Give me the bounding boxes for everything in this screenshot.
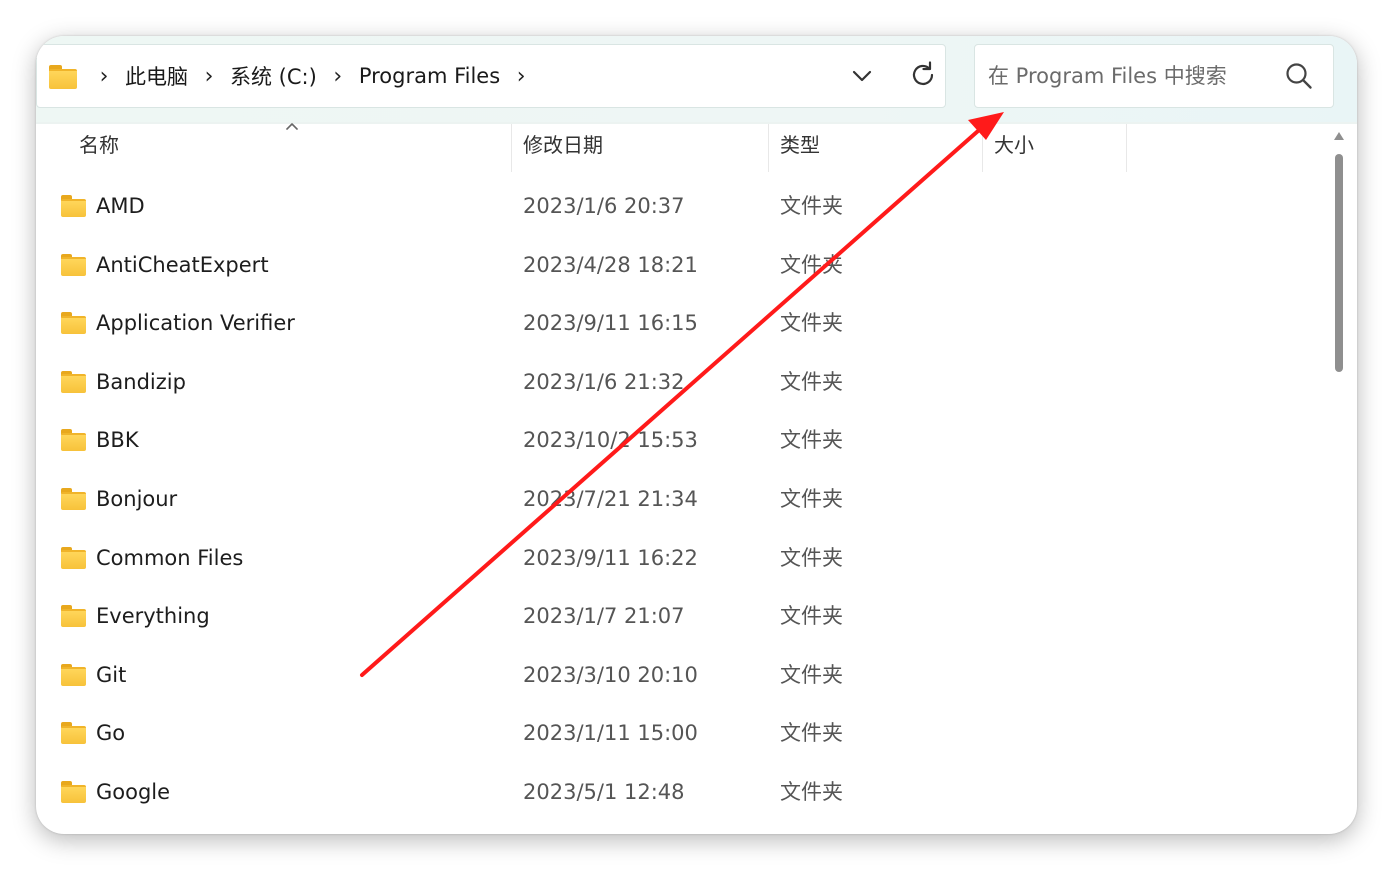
chevron-right-icon[interactable]: ›	[504, 64, 538, 89]
folder-icon	[61, 488, 86, 510]
file-date: 2023/1/7 21:07	[523, 604, 685, 629]
file-type: 文件夹	[780, 252, 843, 277]
search-box[interactable]: 在 Program Files 中搜索	[974, 44, 1334, 108]
folder-icon	[61, 195, 86, 217]
column-divider[interactable]	[982, 124, 983, 172]
chevron-right-icon[interactable]: ›	[192, 64, 226, 89]
column-date[interactable]: 修改日期	[523, 124, 603, 172]
column-divider[interactable]	[1126, 124, 1127, 172]
file-name: Application Verifier	[96, 311, 295, 336]
column-header: 名称 修改日期 类型 大小	[36, 123, 1326, 174]
folder-icon	[61, 429, 86, 452]
file-date: 2023/1/6 20:37	[523, 194, 685, 218]
file-type: 文件夹	[780, 311, 843, 336]
file-date: 2023/10/2 15:53	[523, 428, 698, 453]
chevron-right-icon[interactable]: ›	[87, 64, 121, 89]
chevron-down-icon[interactable]	[847, 61, 877, 91]
search-icon[interactable]	[1283, 60, 1315, 92]
list-item[interactable]: Google 2023/5/1 12:48 文件夹	[36, 760, 1326, 818]
column-divider[interactable]	[511, 124, 512, 172]
list-item[interactable]: Common Files 2023/9/11 16:22 文件夹	[36, 526, 1326, 584]
file-date: 2023/1/11 15:00	[523, 721, 698, 746]
column-divider[interactable]	[768, 124, 769, 172]
list-item[interactable]: Bandizip 2023/1/6 21:32 文件夹	[36, 350, 1326, 408]
scroll-up-icon[interactable]	[1333, 130, 1345, 142]
file-explorer-window: › 此电脑 › 系统 (C:) › Program Files › 在 Prog…	[36, 36, 1357, 834]
file-name: AntiCheatExpert	[96, 252, 269, 277]
folder-icon	[61, 722, 86, 745]
file-type: 文件夹	[780, 604, 843, 629]
file-name: Bonjour	[96, 487, 178, 511]
breadcrumb-this-pc[interactable]: 此电脑	[121, 61, 192, 91]
breadcrumb: › 此电脑 › 系统 (C:) › Program Files ›	[87, 45, 538, 107]
column-size[interactable]: 大小	[994, 124, 1034, 172]
file-type: 文件夹	[780, 721, 843, 746]
file-type: 文件夹	[780, 780, 843, 804]
file-date: 2023/9/11 16:15	[523, 311, 698, 336]
breadcrumb-system-c[interactable]: 系统 (C:)	[226, 61, 321, 91]
list-item[interactable]: Git 2023/3/10 20:10 文件夹	[36, 643, 1326, 701]
file-name: Git	[96, 662, 127, 687]
address-bar[interactable]: › 此电脑 › 系统 (C:) › Program Files ›	[36, 44, 946, 108]
file-date: 2023/5/1 12:48	[523, 780, 685, 804]
search-input[interactable]: 在 Program Files 中搜索	[988, 45, 1227, 107]
file-type: 文件夹	[780, 662, 843, 687]
folder-icon	[61, 370, 86, 393]
folder-icon	[61, 663, 86, 686]
folder-icon	[61, 312, 86, 335]
folder-icon	[61, 253, 86, 276]
chevron-right-icon[interactable]: ›	[321, 64, 355, 89]
list-item[interactable]: AntiCheatExpert 2023/4/28 18:21 文件夹	[36, 233, 1326, 291]
file-date: 2023/4/28 18:21	[523, 252, 698, 277]
scrollbar-thumb[interactable]	[1335, 154, 1343, 372]
file-name: Go	[96, 721, 126, 746]
file-date: 2023/9/11 16:22	[523, 545, 698, 570]
file-name: BBK	[96, 428, 139, 453]
list-item[interactable]: AMD 2023/1/6 20:37 文件夹	[36, 174, 1326, 232]
file-date: 2023/7/21 21:34	[523, 487, 698, 511]
toolbar: › 此电脑 › 系统 (C:) › Program Files › 在 Prog…	[36, 36, 1357, 124]
folder-icon	[49, 65, 77, 89]
refresh-icon[interactable]	[907, 59, 939, 91]
file-date: 2023/3/10 20:10	[523, 662, 698, 687]
file-date: 2023/1/6 21:32	[523, 369, 685, 394]
sort-up-icon[interactable]	[284, 120, 300, 132]
file-name: Common Files	[96, 545, 244, 570]
file-type: 文件夹	[780, 428, 843, 453]
file-name: Google	[96, 780, 171, 804]
list-item[interactable]: Go 2023/1/11 15:00 文件夹	[36, 701, 1326, 759]
column-type[interactable]: 类型	[780, 124, 820, 172]
folder-icon	[61, 546, 86, 569]
list-item[interactable]: Bonjour 2023/7/21 21:34 文件夹	[36, 467, 1326, 525]
folder-icon	[61, 781, 86, 803]
folder-icon	[61, 605, 86, 628]
file-name: Everything	[96, 604, 210, 629]
list-item[interactable]: Everything 2023/1/7 21:07 文件夹	[36, 584, 1326, 642]
file-type: 文件夹	[780, 369, 843, 394]
file-name: Bandizip	[96, 369, 186, 394]
file-name: AMD	[96, 194, 145, 218]
file-type: 文件夹	[780, 487, 843, 511]
file-type: 文件夹	[780, 545, 843, 570]
column-name[interactable]: 名称	[79, 124, 119, 172]
breadcrumb-program-files[interactable]: Program Files	[355, 64, 504, 88]
list-item[interactable]: BBK 2023/10/2 15:53 文件夹	[36, 408, 1326, 466]
file-type: 文件夹	[780, 194, 843, 218]
list-item[interactable]: Application Verifier 2023/9/11 16:15 文件夹	[36, 291, 1326, 349]
